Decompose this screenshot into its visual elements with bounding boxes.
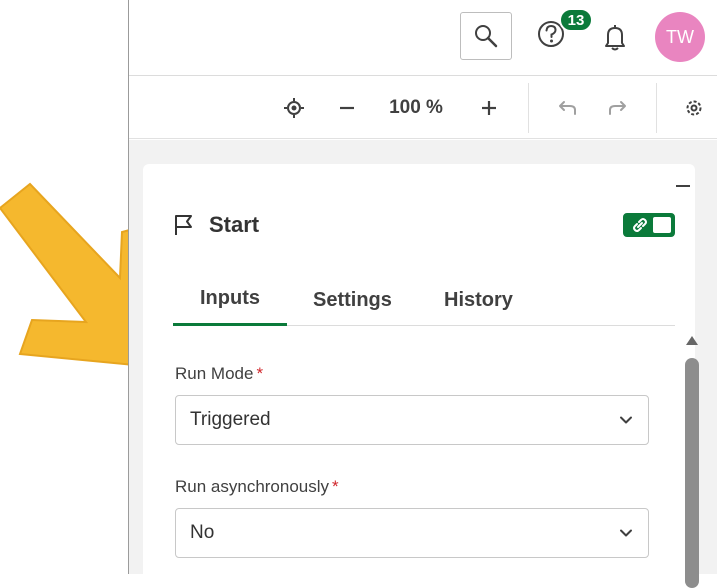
user-avatar[interactable]: TW bbox=[655, 12, 705, 62]
zoom-out-icon bbox=[340, 106, 354, 110]
collapse-button[interactable] bbox=[673, 178, 693, 194]
tab-settings[interactable]: Settings bbox=[313, 274, 392, 326]
zoom-level: 100 % bbox=[389, 97, 443, 118]
zoom-in-button[interactable] bbox=[474, 93, 504, 123]
search-icon bbox=[475, 25, 498, 48]
scroll-up-arrow[interactable] bbox=[686, 336, 698, 345]
undo-button[interactable] bbox=[552, 93, 582, 123]
run-mode-label: Run Mode * bbox=[175, 364, 263, 384]
panel-scrollbar[interactable] bbox=[682, 330, 702, 588]
run-mode-label-text: Run Mode bbox=[175, 364, 254, 383]
required-marker: * bbox=[332, 477, 339, 496]
toolbar-divider bbox=[656, 83, 657, 133]
tab-inputs[interactable]: Inputs bbox=[173, 274, 287, 326]
tab-history[interactable]: History bbox=[444, 274, 513, 326]
toolbar-divider bbox=[528, 83, 529, 133]
notifications-button[interactable] bbox=[601, 22, 629, 52]
chevron-down-icon bbox=[620, 416, 632, 424]
top-bar: 13 TW bbox=[129, 0, 717, 76]
undo-icon bbox=[559, 101, 576, 115]
zoom-in-icon bbox=[482, 101, 496, 115]
redo-button[interactable] bbox=[603, 93, 633, 123]
required-marker: * bbox=[256, 364, 264, 383]
app-window: 13 TW 100 % Start Inputs Settings Histor… bbox=[128, 0, 717, 588]
properties-panel: Start Inputs Settings History Run Mode * … bbox=[143, 164, 695, 584]
scroll-thumb[interactable] bbox=[685, 358, 699, 588]
run-mode-select[interactable]: Triggered bbox=[175, 395, 649, 445]
panel-header: Start bbox=[173, 210, 259, 240]
canvas-toolbar: 100 % bbox=[129, 77, 717, 139]
link-toggle[interactable] bbox=[623, 213, 675, 237]
bell-icon bbox=[605, 25, 625, 51]
zoom-out-button[interactable] bbox=[332, 93, 362, 123]
flag-icon bbox=[175, 215, 192, 235]
toggle-knob bbox=[653, 217, 671, 233]
settings-icon bbox=[686, 100, 702, 116]
panel-title: Start bbox=[209, 212, 260, 237]
minus-icon bbox=[676, 185, 690, 187]
search-button[interactable] bbox=[460, 12, 512, 60]
run-mode-value: Triggered bbox=[190, 409, 271, 430]
chevron-down-icon bbox=[620, 529, 632, 537]
redo-icon bbox=[609, 101, 626, 115]
notification-badge: 13 bbox=[559, 8, 593, 32]
locate-icon bbox=[284, 98, 304, 118]
settings-button[interactable] bbox=[681, 93, 707, 123]
canvas-area: Start Inputs Settings History Run Mode * … bbox=[129, 140, 717, 588]
locate-button[interactable] bbox=[279, 93, 309, 123]
run-async-select[interactable]: No bbox=[175, 508, 649, 558]
panel-tabs: Inputs Settings History bbox=[173, 274, 675, 326]
run-async-label: Run asynchronously * bbox=[175, 477, 339, 497]
run-async-value: No bbox=[190, 522, 215, 543]
link-icon bbox=[633, 218, 647, 232]
run-async-label-text: Run asynchronously bbox=[175, 477, 330, 496]
